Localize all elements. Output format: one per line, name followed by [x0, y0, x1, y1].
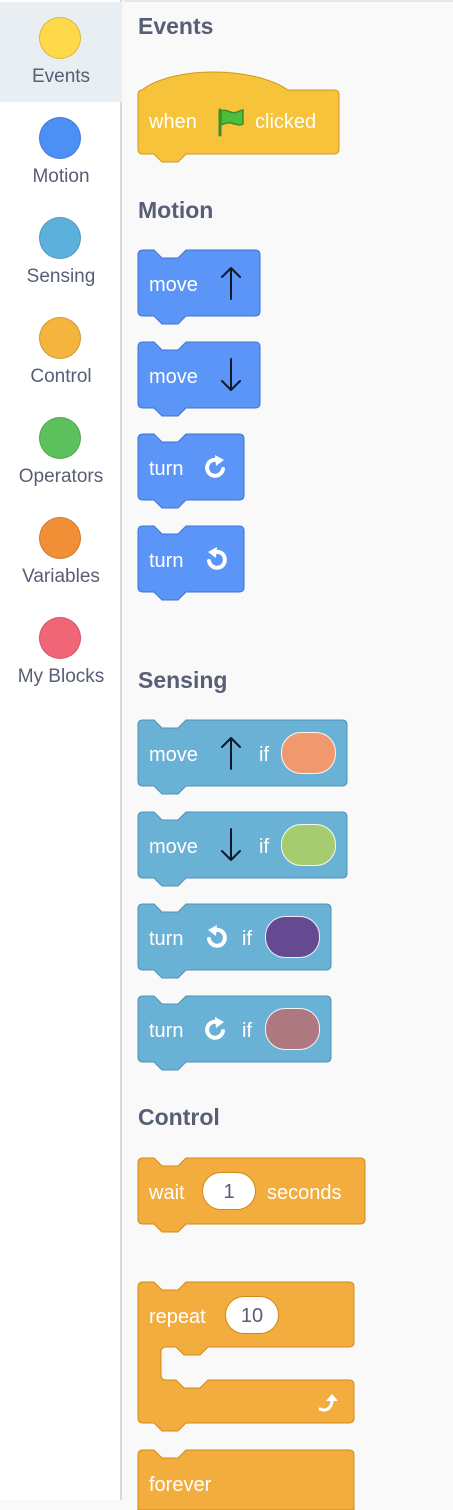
repeat-block[interactable]: repeat 10: [137, 1281, 356, 1438]
color-slot[interactable]: [281, 732, 336, 774]
sensing-dot-icon: [39, 217, 81, 259]
sensing-move-up-if-block[interactable]: move if: [137, 719, 348, 800]
move-down-block[interactable]: move: [137, 341, 261, 422]
section-title-control: Control: [138, 1104, 220, 1130]
rotate-left-icon: [207, 925, 227, 948]
section-title-sensing: Sensing: [138, 667, 228, 693]
arrow-up-icon: [221, 267, 241, 300]
category-variables[interactable]: Variables: [0, 502, 122, 602]
category-motion[interactable]: Motion: [0, 102, 122, 202]
color-slot[interactable]: [281, 824, 336, 866]
category-control[interactable]: Control: [0, 302, 122, 402]
arrow-down-icon: [221, 358, 241, 391]
sensing-turn-left-if-block[interactable]: turn if: [137, 903, 332, 984]
category-sensing[interactable]: Sensing: [0, 202, 122, 302]
block-label: move: [149, 366, 198, 388]
category-label: Motion: [32, 166, 90, 187]
rotate-left-icon: [207, 547, 227, 570]
block-word-clicked: clicked: [255, 111, 317, 133]
block-if-word: if: [259, 836, 269, 858]
category-events[interactable]: Events: [0, 2, 122, 102]
wait-seconds-block[interactable]: wait 1 seconds: [137, 1157, 366, 1238]
category-label: My Blocks: [17, 666, 105, 687]
block-if-word: if: [259, 744, 269, 766]
block-label: wait: [149, 1182, 185, 1204]
block-word-when: when: [149, 111, 197, 133]
turn-left-block[interactable]: turn: [137, 525, 245, 606]
block-label: turn: [149, 1020, 184, 1042]
move-up-block[interactable]: move: [137, 249, 261, 330]
section-title-motion: Motion: [138, 197, 214, 223]
green-flag-icon: [218, 108, 244, 137]
block-if-word: if: [242, 1020, 252, 1042]
category-label: Operators: [18, 466, 104, 487]
block-label: turn: [149, 928, 184, 950]
category-sidebar: Events Motion Sensing Control Operators …: [0, 0, 122, 1500]
block-palette: Events when clicked Motion move move tur…: [124, 0, 453, 1510]
block-label: move: [149, 836, 198, 858]
wait-seconds-input[interactable]: 1: [202, 1172, 256, 1210]
repeat-count-input[interactable]: 10: [225, 1296, 279, 1334]
motion-dot-icon: [39, 117, 81, 159]
rotate-right-icon: [205, 1017, 225, 1040]
category-my-blocks[interactable]: My Blocks: [0, 602, 122, 702]
block-unit-label: seconds: [267, 1182, 342, 1204]
loop-arrow-icon: [318, 1394, 338, 1412]
category-operators[interactable]: Operators: [0, 402, 122, 502]
category-label: Sensing: [26, 266, 96, 287]
arrow-down-icon: [221, 828, 241, 861]
operators-dot-icon: [39, 417, 81, 459]
sensing-move-down-if-block[interactable]: move if: [137, 811, 348, 892]
sensing-turn-right-if-block[interactable]: turn if: [137, 995, 332, 1076]
block-label: forever: [149, 1474, 212, 1496]
block-if-word: if: [242, 928, 252, 950]
when-flag-clicked-block[interactable]: when clicked: [137, 68, 340, 164]
events-dot-icon: [39, 17, 81, 59]
category-label: Events: [31, 66, 91, 87]
category-label: Control: [30, 366, 92, 387]
block-label: turn: [149, 458, 184, 480]
forever-block[interactable]: forever: [137, 1449, 356, 1510]
arrow-up-icon: [221, 737, 241, 770]
color-slot[interactable]: [265, 1008, 320, 1050]
block-label: repeat: [149, 1306, 206, 1328]
block-label: move: [149, 274, 198, 296]
block-label: move: [149, 744, 198, 766]
my-blocks-dot-icon: [39, 617, 81, 659]
color-slot[interactable]: [265, 916, 320, 958]
section-title-events: Events: [138, 13, 214, 39]
rotate-right-icon: [205, 455, 225, 478]
control-dot-icon: [39, 317, 81, 359]
block-label: turn: [149, 550, 184, 572]
variables-dot-icon: [39, 517, 81, 559]
turn-right-block[interactable]: turn: [137, 433, 245, 514]
category-label: Variables: [22, 566, 100, 587]
